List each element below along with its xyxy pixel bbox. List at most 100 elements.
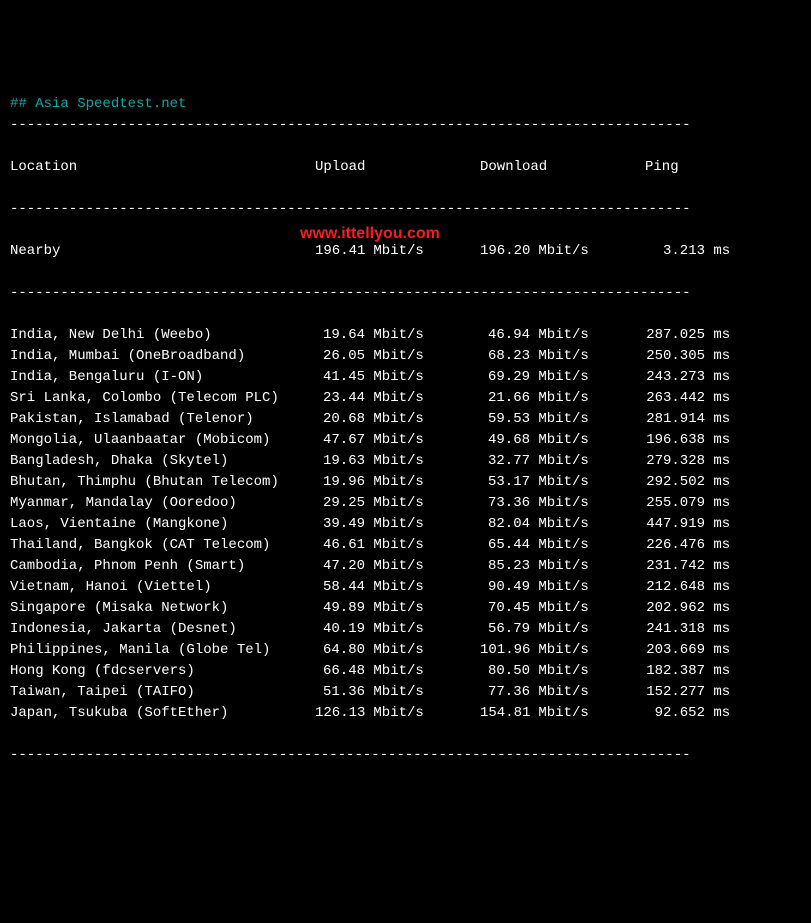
table-row: Laos, Vientaine (Mangkone)39.49 Mbit/s82… [10,514,801,535]
cell-upload: 46.61 Mbit/s [315,535,480,556]
table-body: India, New Delhi (Weebo)19.64 Mbit/s46.9… [10,325,801,724]
cell-download: 70.45 Mbit/s [480,598,645,619]
cell-upload: 19.64 Mbit/s [315,325,480,346]
table-row: Japan, Tsukuba (SoftEther)126.13 Mbit/s1… [10,703,801,724]
cell-upload: 20.68 Mbit/s [315,409,480,430]
title: ## Asia Speedtest.net [10,96,186,112]
cell-upload: 40.19 Mbit/s [315,619,480,640]
cell-location: Bangladesh, Dhaka (Skytel) [10,451,315,472]
cell-location: India, New Delhi (Weebo) [10,325,315,346]
col-location: Location [10,157,315,178]
col-ping: Ping [645,157,679,178]
table-row: India, Mumbai (OneBroadband)26.05 Mbit/s… [10,346,801,367]
cell-ping: 196.638 ms [645,430,730,451]
cell-upload: 39.49 Mbit/s [315,514,480,535]
cell-download: 59.53 Mbit/s [480,409,645,430]
cell-download: 69.29 Mbit/s [480,367,645,388]
table-row: India, Bengaluru (I-ON)41.45 Mbit/s69.29… [10,367,801,388]
cell-download: 65.44 Mbit/s [480,535,645,556]
cell-download: 85.23 Mbit/s [480,556,645,577]
cell-upload: 47.67 Mbit/s [315,430,480,451]
cell-location: Laos, Vientaine (Mangkone) [10,514,315,535]
cell-ping: 241.318 ms [645,619,730,640]
cell-location: Myanmar, Mandalay (Ooredoo) [10,493,315,514]
cell-location: Singapore (Misaka Network) [10,598,315,619]
cell-upload: 66.48 Mbit/s [315,661,480,682]
cell-ping: 203.669 ms [645,640,730,661]
cell-download: 90.49 Mbit/s [480,577,645,598]
cell-ping: 281.914 ms [645,409,730,430]
cell-download: 77.36 Mbit/s [480,682,645,703]
cell-location: India, Mumbai (OneBroadband) [10,346,315,367]
nearby-label: Nearby [10,241,315,262]
nearby-row: Nearby196.41 Mbit/s196.20 Mbit/s3.213 ms [10,241,801,262]
nearby-download: 196.20 Mbit/s [480,241,645,262]
cell-ping: 243.273 ms [645,367,730,388]
cell-upload: 49.89 Mbit/s [315,598,480,619]
cell-ping: 231.742 ms [645,556,730,577]
cell-upload: 126.13 Mbit/s [315,703,480,724]
cell-location: Thailand, Bangkok (CAT Telecom) [10,535,315,556]
divider-top: ----------------------------------------… [10,115,801,136]
cell-upload: 41.45 Mbit/s [315,367,480,388]
cell-ping: 226.476 ms [645,535,730,556]
cell-ping: 152.277 ms [645,682,730,703]
cell-download: 101.96 Mbit/s [480,640,645,661]
cell-upload: 47.20 Mbit/s [315,556,480,577]
cell-ping: 212.648 ms [645,577,730,598]
header-row: LocationUploadDownloadPing [10,157,801,178]
cell-ping: 279.328 ms [645,451,730,472]
cell-location: Pakistan, Islamabad (Telenor) [10,409,315,430]
cell-upload: 23.44 Mbit/s [315,388,480,409]
cell-ping: 287.025 ms [645,325,730,346]
nearby-upload: 196.41 Mbit/s [315,241,480,262]
divider-header: ----------------------------------------… [10,199,801,220]
cell-download: 82.04 Mbit/s [480,514,645,535]
cell-download: 53.17 Mbit/s [480,472,645,493]
table-row: Cambodia, Phnom Penh (Smart)47.20 Mbit/s… [10,556,801,577]
cell-upload: 19.96 Mbit/s [315,472,480,493]
cell-location: Hong Kong (fdcservers) [10,661,315,682]
cell-upload: 58.44 Mbit/s [315,577,480,598]
cell-download: 21.66 Mbit/s [480,388,645,409]
cell-location: India, Bengaluru (I-ON) [10,367,315,388]
table-row: Taiwan, Taipei (TAIFO)51.36 Mbit/s77.36 … [10,682,801,703]
cell-download: 73.36 Mbit/s [480,493,645,514]
cell-download: 32.77 Mbit/s [480,451,645,472]
cell-location: Mongolia, Ulaanbaatar (Mobicom) [10,430,315,451]
table-row: Hong Kong (fdcservers)66.48 Mbit/s80.50 … [10,661,801,682]
table-row: Vietnam, Hanoi (Viettel)58.44 Mbit/s90.4… [10,577,801,598]
cell-ping: 292.502 ms [645,472,730,493]
table-row: Indonesia, Jakarta (Desnet)40.19 Mbit/s5… [10,619,801,640]
cell-download: 80.50 Mbit/s [480,661,645,682]
cell-download: 56.79 Mbit/s [480,619,645,640]
col-upload: Upload [315,157,480,178]
cell-ping: 447.919 ms [645,514,730,535]
table-row: Pakistan, Islamabad (Telenor)20.68 Mbit/… [10,409,801,430]
nearby-ping: 3.213 ms [645,241,730,262]
cell-location: Bhutan, Thimphu (Bhutan Telecom) [10,472,315,493]
cell-download: 154.81 Mbit/s [480,703,645,724]
cell-upload: 29.25 Mbit/s [315,493,480,514]
cell-ping: 250.305 ms [645,346,730,367]
cell-ping: 182.387 ms [645,661,730,682]
divider-nearby: ----------------------------------------… [10,283,801,304]
cell-ping: 92.652 ms [645,703,730,724]
cell-location: Indonesia, Jakarta (Desnet) [10,619,315,640]
cell-download: 49.68 Mbit/s [480,430,645,451]
table-row: Philippines, Manila (Globe Tel)64.80 Mbi… [10,640,801,661]
divider-bottom: ----------------------------------------… [10,745,801,766]
cell-location: Philippines, Manila (Globe Tel) [10,640,315,661]
cell-location: Japan, Tsukuba (SoftEther) [10,703,315,724]
table-row: Bangladesh, Dhaka (Skytel)19.63 Mbit/s32… [10,451,801,472]
cell-ping: 255.079 ms [645,493,730,514]
cell-upload: 26.05 Mbit/s [315,346,480,367]
cell-location: Sri Lanka, Colombo (Telecom PLC) [10,388,315,409]
table-row: Sri Lanka, Colombo (Telecom PLC)23.44 Mb… [10,388,801,409]
table-row: Myanmar, Mandalay (Ooredoo)29.25 Mbit/s7… [10,493,801,514]
cell-location: Cambodia, Phnom Penh (Smart) [10,556,315,577]
col-download: Download [480,157,645,178]
cell-ping: 263.442 ms [645,388,730,409]
cell-location: Vietnam, Hanoi (Viettel) [10,577,315,598]
table-row: India, New Delhi (Weebo)19.64 Mbit/s46.9… [10,325,801,346]
